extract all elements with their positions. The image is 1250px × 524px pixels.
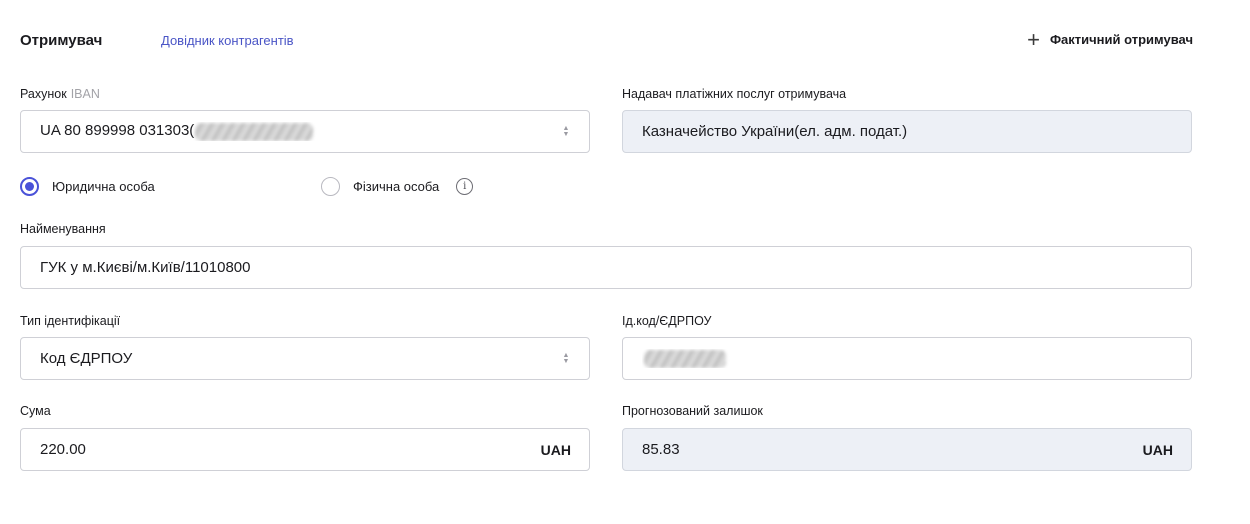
amount-value: 220.00 xyxy=(40,441,86,458)
chevron-updown-icon[interactable]: ▲ ▼ xyxy=(561,125,571,139)
id-code-input[interactable] xyxy=(622,337,1192,380)
payment-provider-field: Казначейство України(ел. адм. подат.) xyxy=(622,110,1192,153)
forecast-balance-field: 85.83 UAH xyxy=(622,428,1192,471)
account-value: UA 80 899998 031303( xyxy=(40,122,561,141)
account-label-hint: IBAN xyxy=(70,87,100,101)
id-type-label: Тип ідентифікації xyxy=(20,314,121,328)
amount-currency: UAH xyxy=(540,441,571,458)
add-actual-recipient-button[interactable]: + Фактичний отримувач xyxy=(1027,26,1193,52)
forecast-balance-label: Прогнозований залишок xyxy=(622,404,763,418)
chevron-updown-icon[interactable]: ▲ ▼ xyxy=(561,352,571,366)
id-type-value: Код ЄДРПОУ xyxy=(40,350,133,367)
radio-legal-entity-control[interactable] xyxy=(20,177,39,196)
account-label: Рахунок IBAN xyxy=(20,87,100,101)
name-label: Найменування xyxy=(20,222,106,236)
forecast-balance-currency: UAH xyxy=(1142,441,1173,458)
name-input[interactable]: ГУК у м.Києві/м.Київ/11010800 xyxy=(20,246,1192,289)
section-title: Отримувач xyxy=(20,32,103,49)
radio-individual[interactable]: Фізична особа i xyxy=(321,177,474,196)
id-code-redacted-blur xyxy=(644,349,726,368)
name-value: ГУК у м.Києві/м.Київ/11010800 xyxy=(40,259,251,276)
radio-legal-entity[interactable]: Юридична особа xyxy=(20,177,155,196)
forecast-balance-value: 85.83 xyxy=(642,441,680,458)
id-code-value xyxy=(642,349,1173,368)
account-value-text: UA 80 899998 031303( xyxy=(40,122,195,140)
payment-provider-label: Надавач платіжних послуг отримувача xyxy=(622,87,847,101)
amount-label: Сума xyxy=(20,404,51,418)
account-label-text: Рахунок xyxy=(20,87,67,101)
add-actual-recipient-label: Фактичний отримувач xyxy=(1049,32,1193,47)
counterparty-directory-link[interactable]: Довідник контрагентів xyxy=(161,33,294,48)
account-redacted-blur xyxy=(195,122,314,141)
id-code-label: Ід.код/ЄДРПОУ xyxy=(622,314,712,328)
id-type-select[interactable]: Код ЄДРПОУ ▲ ▼ xyxy=(20,337,590,380)
amount-input[interactable]: 220.00 UAH xyxy=(20,428,590,471)
radio-individual-control[interactable] xyxy=(321,177,340,196)
radio-individual-label: Фізична особа xyxy=(353,179,440,194)
plus-icon: + xyxy=(1027,26,1040,52)
account-select[interactable]: UA 80 899998 031303( ▲ ▼ xyxy=(20,110,590,153)
radio-legal-entity-label: Юридична особа xyxy=(52,179,155,194)
info-icon[interactable]: i xyxy=(456,178,474,195)
payment-provider-value: Казначейство України(ел. адм. подат.) xyxy=(642,123,908,140)
